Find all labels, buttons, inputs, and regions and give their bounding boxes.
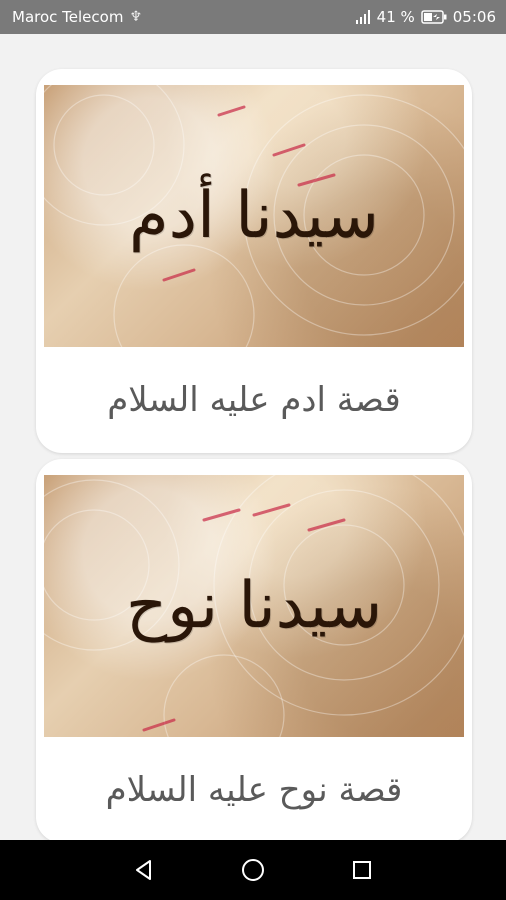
story-card-noah[interactable]: سيدنا نوح قصة نوح عليه السلام [36, 459, 472, 840]
battery-icon [421, 10, 447, 24]
story-card-adam[interactable]: سيدنا أدم قصة ادم عليه السلام [36, 69, 472, 453]
status-right: 41 % 05:06 [355, 8, 496, 26]
back-button[interactable] [124, 850, 164, 890]
home-button[interactable] [233, 850, 273, 890]
signal-icon [355, 10, 370, 24]
story-image-adam[interactable]: سيدنا أدم [44, 85, 464, 347]
recents-icon [352, 861, 371, 879]
story-image-calligraphy: سيدنا نوح [125, 569, 383, 643]
story-image-calligraphy: سيدنا أدم [128, 179, 380, 253]
carrier-name: Maroc Telecom [12, 8, 124, 26]
story-list-screen[interactable]: سيدنا أدم قصة ادم عليه السلام سيدنا نوح … [0, 34, 506, 840]
story-image-noah[interactable]: سيدنا نوح [44, 475, 464, 737]
story-list[interactable]: سيدنا أدم قصة ادم عليه السلام سيدنا نوح … [36, 69, 472, 840]
clock: 05:06 [452, 8, 496, 26]
story-title[interactable]: قصة ادم عليه السلام [36, 347, 472, 453]
usb-icon: ♆ [129, 9, 143, 25]
status-bar: Maroc Telecom ♆ 41 % 05:06 [0, 0, 506, 34]
navigation-bar [0, 840, 506, 900]
battery-percent: 41 % [376, 8, 415, 26]
home-icon [241, 859, 264, 881]
recents-button[interactable] [342, 850, 382, 890]
story-title[interactable]: قصة نوح عليه السلام [36, 737, 472, 840]
back-icon [136, 860, 152, 880]
status-left: Maroc Telecom ♆ [12, 8, 142, 26]
